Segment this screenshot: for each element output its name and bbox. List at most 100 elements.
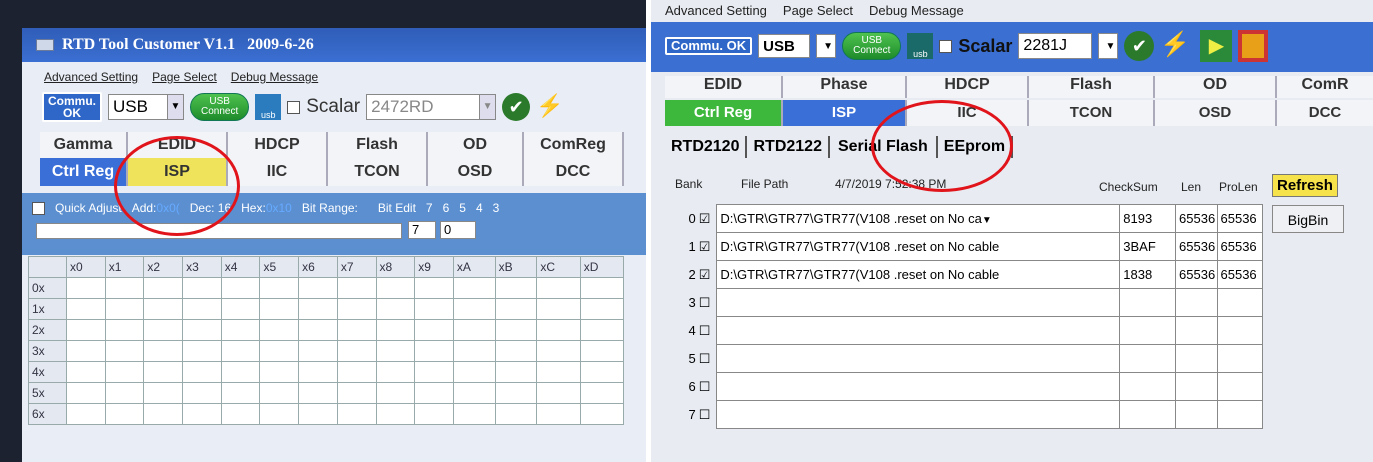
grid-cell[interactable] <box>536 298 581 320</box>
grid-cell[interactable] <box>452 340 496 362</box>
menu-debug-message[interactable]: Debug Message <box>231 70 318 84</box>
file-path-field[interactable] <box>716 344 1121 373</box>
grid-cell[interactable] <box>414 382 454 404</box>
grid-cell[interactable] <box>375 277 416 299</box>
tab-osd[interactable]: OSD <box>1155 100 1277 126</box>
bank-checkbox[interactable]: ☑ <box>699 211 711 226</box>
grid-cell[interactable] <box>143 382 184 404</box>
grid-cell[interactable] <box>452 403 496 425</box>
grid-cell[interactable] <box>143 340 184 362</box>
bank-checkbox[interactable]: ☐ <box>699 379 711 394</box>
grid-cell[interactable] <box>66 340 106 362</box>
grid-cell[interactable] <box>143 403 184 425</box>
grid-cell[interactable] <box>375 340 416 362</box>
scalar-checkbox[interactable] <box>939 39 953 53</box>
grid-cell[interactable] <box>220 403 261 425</box>
grid-cell[interactable] <box>298 298 338 320</box>
tab-hdcp[interactable]: HDCP <box>228 132 328 158</box>
grid-cell[interactable] <box>259 382 300 404</box>
menu-page-select[interactable]: Page Select <box>783 3 853 18</box>
usb-icon[interactable]: usb <box>255 94 282 120</box>
bank-checkbox[interactable]: ☐ <box>699 323 711 338</box>
interface-select[interactable]: USB ▼ <box>108 94 184 120</box>
grid-cell[interactable] <box>452 298 496 320</box>
file-path-field[interactable] <box>716 372 1121 401</box>
file-path-field[interactable] <box>716 288 1121 317</box>
scalar-select[interactable]: 2472RD ▼ <box>366 94 497 120</box>
grid-cell[interactable] <box>220 382 261 404</box>
grid-cell[interactable] <box>182 403 222 425</box>
chevron-down-icon[interactable]: ▼ <box>479 95 496 119</box>
scalar-checkbox[interactable] <box>287 100 301 114</box>
grid-cell[interactable] <box>220 298 261 320</box>
bank-checkbox[interactable]: ☑ <box>699 239 711 254</box>
grid-cell[interactable] <box>375 403 416 425</box>
grid-cell[interactable] <box>104 298 145 320</box>
menu-advanced-setting[interactable]: Advanced Setting <box>665 3 767 18</box>
tab-comreg[interactable]: ComR <box>1277 76 1373 98</box>
check-icon[interactable]: ✔ <box>502 93 531 121</box>
grid-cell[interactable] <box>579 403 625 425</box>
tab-iic[interactable]: IIC <box>228 158 328 186</box>
file-path-field[interactable]: D:\GTR\GTR77\GTR77(V108 .reset on No cab… <box>716 232 1121 261</box>
menu-advanced-setting[interactable]: Advanced Setting <box>44 70 138 84</box>
grid-cell[interactable] <box>336 277 377 299</box>
lightning-icon[interactable]: ⚡ <box>536 93 563 121</box>
grid-cell[interactable] <box>452 382 496 404</box>
grid-cell[interactable] <box>104 361 145 383</box>
tab-od[interactable]: OD <box>428 132 524 158</box>
chevron-down-icon[interactable]: ▼ <box>167 95 183 119</box>
play-icon[interactable]: ▶ <box>1200 30 1233 62</box>
bit-range-to[interactable]: 0 <box>440 221 476 239</box>
file-path-field[interactable] <box>716 316 1121 345</box>
grid-cell[interactable] <box>536 361 581 383</box>
subtab-rtd2120[interactable]: RTD2120 <box>665 136 748 158</box>
bigbin-button[interactable]: BigBin <box>1272 205 1344 233</box>
grid-cell[interactable] <box>220 340 261 362</box>
grid-cell[interactable] <box>182 382 222 404</box>
grid-cell[interactable] <box>536 403 581 425</box>
grid-cell[interactable] <box>104 403 145 425</box>
grid-cell[interactable] <box>298 340 338 362</box>
usb-icon[interactable]: usb <box>907 33 934 59</box>
grid-cell[interactable] <box>375 361 416 383</box>
grid-cell[interactable] <box>104 382 145 404</box>
tab-comreg[interactable]: ComReg <box>524 132 624 158</box>
tab-tcon[interactable]: TCON <box>328 158 428 186</box>
grid-cell[interactable] <box>298 319 338 341</box>
tab-gamma[interactable]: Gamma <box>40 132 128 158</box>
interface-value[interactable]: USB <box>758 34 811 58</box>
grid-cell[interactable] <box>298 403 338 425</box>
scalar-value[interactable]: 2281J <box>1018 33 1093 59</box>
grid-cell[interactable] <box>452 277 496 299</box>
grid-cell[interactable] <box>414 340 454 362</box>
grid-cell[interactable] <box>414 298 454 320</box>
grid-cell[interactable] <box>182 298 222 320</box>
grid-cell[interactable] <box>336 298 377 320</box>
tab-osd[interactable]: OSD <box>428 158 524 186</box>
grid-cell[interactable] <box>579 340 625 362</box>
grid-cell[interactable] <box>579 298 625 320</box>
bank-checkbox[interactable]: ☐ <box>699 295 711 310</box>
bank-checkbox[interactable]: ☐ <box>699 351 711 366</box>
menu-page-select[interactable]: Page Select <box>152 70 217 84</box>
grid-cell[interactable] <box>336 403 377 425</box>
grid-cell[interactable] <box>143 361 184 383</box>
grid-cell[interactable] <box>104 319 145 341</box>
tab-ctrl-reg[interactable]: Ctrl Reg <box>665 100 783 126</box>
grid-cell[interactable] <box>414 361 454 383</box>
grid-cell[interactable] <box>259 340 300 362</box>
grid-cell[interactable] <box>452 319 496 341</box>
grid-cell[interactable] <box>375 298 416 320</box>
grid-cell[interactable] <box>182 340 222 362</box>
grid-cell[interactable] <box>579 277 625 299</box>
grid-cell[interactable] <box>336 340 377 362</box>
grid-cell[interactable] <box>536 340 581 362</box>
tab-hdcp[interactable]: HDCP <box>907 76 1029 98</box>
grid-cell[interactable] <box>494 319 538 341</box>
tab-tcon[interactable]: TCON <box>1029 100 1155 126</box>
grid-cell[interactable] <box>143 319 184 341</box>
grid-cell[interactable] <box>66 403 106 425</box>
bank-checkbox[interactable]: ☑ <box>699 267 711 282</box>
grid-cell[interactable] <box>104 340 145 362</box>
